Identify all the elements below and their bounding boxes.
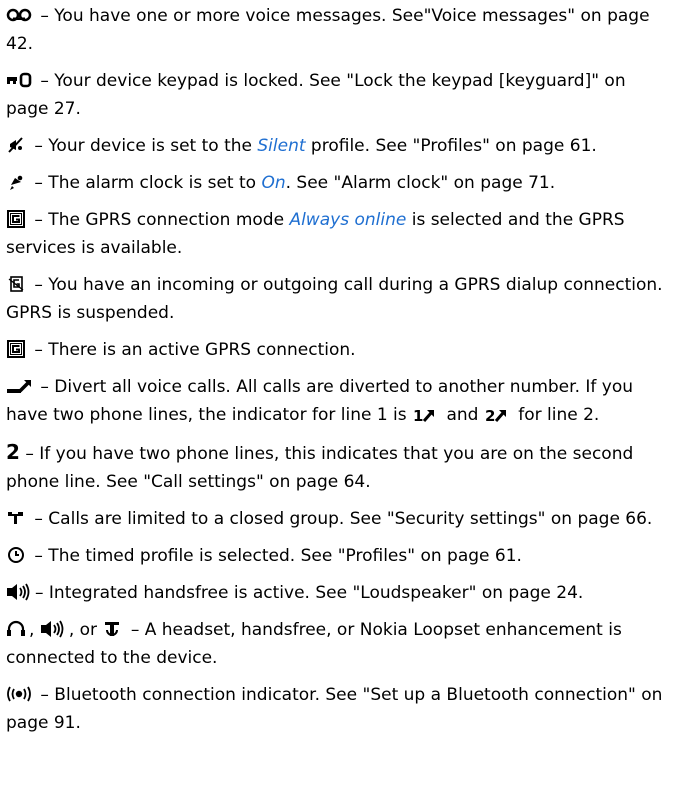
entry-gprs-suspended: – You have an incoming or outgoing call …: [6, 275, 663, 323]
entry-gprs-active: – There is an active GPRS connection.: [6, 336, 672, 364]
entry-timed-profile: – The timed profile is selected. See "Pr…: [6, 542, 672, 570]
gprs-active-icon: [6, 340, 26, 358]
entry-enhancements: , , or – A headset, handsfree, or Nokia …: [6, 620, 622, 668]
indicator-list: – You have one or more voice messages. S…: [0, 0, 678, 812]
bluetooth-icon: [6, 685, 32, 703]
silent-profile-link[interactable]: Silent: [257, 136, 305, 156]
divert-calls-icon: [6, 377, 32, 395]
entry-keypad-locked: – Your device keypad is locked. See "Loc…: [6, 71, 626, 119]
entry-closed-group: – Calls are limited to a closed group. S…: [6, 505, 672, 533]
timed-profile-icon: [6, 546, 26, 564]
entry-second-line: 2 – If you have two phone lines, this in…: [6, 440, 634, 492]
entry-alarm-clock: – The alarm clock is set to On. See "Ala…: [6, 169, 672, 197]
alarm-clock-icon: [6, 173, 26, 191]
svg-text:1: 1: [413, 407, 423, 423]
entry-gprs-always-online: – The GPRS connection mode Always online…: [6, 210, 625, 258]
entry-integrated-handsfree: – Integrated handsfree is active. See "L…: [6, 579, 672, 607]
keypad-lock-icon: [6, 71, 32, 89]
divert-line2-icon: 2: [484, 405, 510, 423]
closed-group-icon: [6, 509, 26, 527]
gprs-suspended-icon: [6, 275, 26, 293]
svg-text:2: 2: [485, 407, 495, 423]
divert-line1-icon: 1: [412, 405, 438, 423]
entry-silent-profile: – Your device is set to the Silent profi…: [6, 132, 672, 160]
voice-message-icon: [6, 6, 32, 24]
gprs-available-icon: [6, 210, 26, 228]
entry-bluetooth: – Bluetooth connection indicator. See "S…: [6, 685, 663, 733]
headset-icon: [6, 620, 26, 638]
line-2-icon: 2: [6, 440, 20, 464]
entry-divert-calls: – Divert all voice calls. All calls are …: [6, 377, 634, 425]
silent-profile-icon: [6, 136, 26, 154]
entry-voice-messages: – You have one or more voice messages. S…: [6, 6, 650, 54]
always-online-link[interactable]: Always online: [289, 210, 406, 230]
loopset-icon: [102, 620, 122, 638]
handsfree-icon: [40, 620, 66, 638]
integrated-handsfree-icon: [6, 583, 32, 601]
alarm-on-link[interactable]: On: [261, 173, 285, 193]
